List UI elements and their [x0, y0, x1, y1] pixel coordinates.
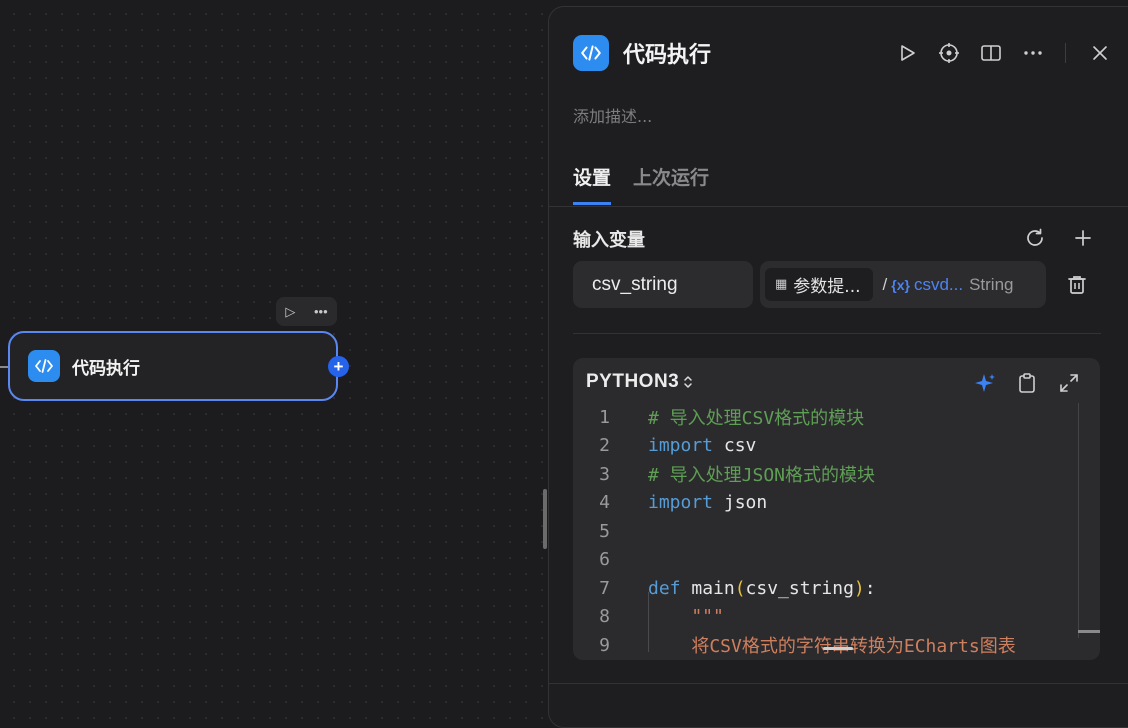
- edge-stub: [0, 366, 8, 368]
- code-token: def: [648, 577, 681, 599]
- code-token: # 导入处理JSON格式的模块: [648, 465, 876, 487]
- code-token: # 导入处理CSV格式的模块: [648, 408, 865, 430]
- code-icon: [573, 35, 609, 71]
- code-line: 1 # 导入处理CSV格式的模块: [573, 403, 1078, 432]
- play-icon[interactable]: [895, 41, 919, 65]
- add-node-button[interactable]: +: [328, 356, 349, 377]
- tab-settings[interactable]: 设置: [573, 163, 612, 205]
- trash-icon[interactable]: [1065, 273, 1089, 297]
- code-token: ): [853, 577, 865, 599]
- code-token: """: [648, 606, 724, 628]
- code-line: 5: [573, 517, 1078, 546]
- source-node-chip: ▦ 参数提...: [765, 268, 873, 301]
- code-token: :: [864, 577, 876, 599]
- line-number: 1: [599, 406, 610, 428]
- panel-tabs: 设置 上次运行: [573, 163, 731, 205]
- code-line: 4 import json: [573, 489, 1078, 518]
- code-line: 6: [573, 546, 1078, 575]
- indent-guide: [648, 592, 649, 652]
- ref-var-name: csvd...: [913, 274, 964, 294]
- code-editor[interactable]: PYTHON3 1 # 导入处理CSV格式的模块 2 import csv 3 # 导入处…: [573, 358, 1100, 660]
- code-token: csv: [713, 435, 757, 457]
- line-number: 6: [599, 549, 610, 571]
- horizontal-scrollbar-thumb[interactable]: [823, 647, 853, 650]
- line-number: 5: [599, 520, 610, 542]
- vertical-scrollbar-thumb[interactable]: [1078, 630, 1100, 633]
- input-vars-title: 输入变量: [573, 230, 645, 251]
- panel-actions: [895, 41, 1128, 65]
- var-name-input[interactable]: csv_string: [573, 261, 753, 308]
- source-node-label: 参数提...: [793, 277, 861, 297]
- code-token: 将CSV格式的字符串转换为ECharts图表: [691, 636, 1016, 658]
- chevron-updown-icon: [682, 374, 694, 390]
- code-token: import: [648, 492, 714, 514]
- vertical-scrollbar-track: [1078, 403, 1079, 638]
- grid-icon: ▦: [775, 277, 788, 292]
- code-token: json: [713, 492, 768, 514]
- var-reference-selector[interactable]: ▦ 参数提... / {x} csvd... String: [760, 261, 1046, 308]
- line-number: 7: [599, 577, 610, 599]
- more-icon[interactable]: •••: [314, 305, 328, 318]
- code-node[interactable]: 代码执行: [8, 331, 338, 401]
- divider: [1065, 43, 1066, 63]
- input-vars-actions: [1023, 226, 1119, 250]
- line-number: 3: [599, 463, 610, 485]
- panel-title: 代码执行: [623, 43, 712, 68]
- locate-icon[interactable]: [937, 41, 961, 65]
- plus-icon[interactable]: [1071, 226, 1095, 250]
- code-token: (: [734, 577, 746, 599]
- more-icon[interactable]: [1021, 41, 1045, 65]
- expand-icon[interactable]: [1057, 371, 1081, 395]
- language-label: PYTHON3: [586, 371, 680, 392]
- line-number: 9: [599, 634, 610, 656]
- node-title: 代码执行: [72, 358, 140, 379]
- description-input[interactable]: 添加描述...: [573, 103, 652, 127]
- panel-resize-handle[interactable]: [543, 489, 547, 549]
- ref-separator: /: [882, 274, 888, 294]
- bottom-divider: [549, 683, 1128, 684]
- variable-icon: {x}: [891, 276, 910, 293]
- play-icon[interactable]: ▷: [285, 305, 295, 318]
- clipboard-icon[interactable]: [1015, 371, 1039, 395]
- section-divider: [573, 333, 1101, 334]
- node-toolbar: ▷ •••: [276, 297, 337, 326]
- sparkle-icon[interactable]: [973, 371, 997, 395]
- ref-var-type: String: [969, 274, 1014, 294]
- book-icon[interactable]: [979, 41, 1003, 65]
- language-selector[interactable]: PYTHON3: [586, 371, 694, 393]
- code-icon: [28, 350, 60, 382]
- panel-header: 代码执行: [573, 35, 711, 71]
- code-line: 3 # 导入处理JSON格式的模块: [573, 460, 1078, 489]
- code-actions: [973, 371, 1099, 395]
- tabs-divider: [549, 206, 1128, 207]
- node-settings-panel: 代码执行 添加描述... 设置 上次运行 输入变量 csv_string ▦ 参…: [548, 6, 1128, 728]
- code-line: 2 import csv: [573, 432, 1078, 461]
- line-number: 4: [599, 492, 610, 514]
- refresh-icon[interactable]: [1023, 226, 1047, 250]
- tab-last-run[interactable]: 上次运行: [633, 163, 709, 205]
- line-number: 8: [599, 606, 610, 628]
- code-token: csv_string: [745, 577, 854, 599]
- code-token: main: [680, 577, 735, 599]
- code-token: import: [648, 435, 714, 457]
- line-number: 2: [599, 435, 610, 457]
- close-icon[interactable]: [1088, 41, 1112, 65]
